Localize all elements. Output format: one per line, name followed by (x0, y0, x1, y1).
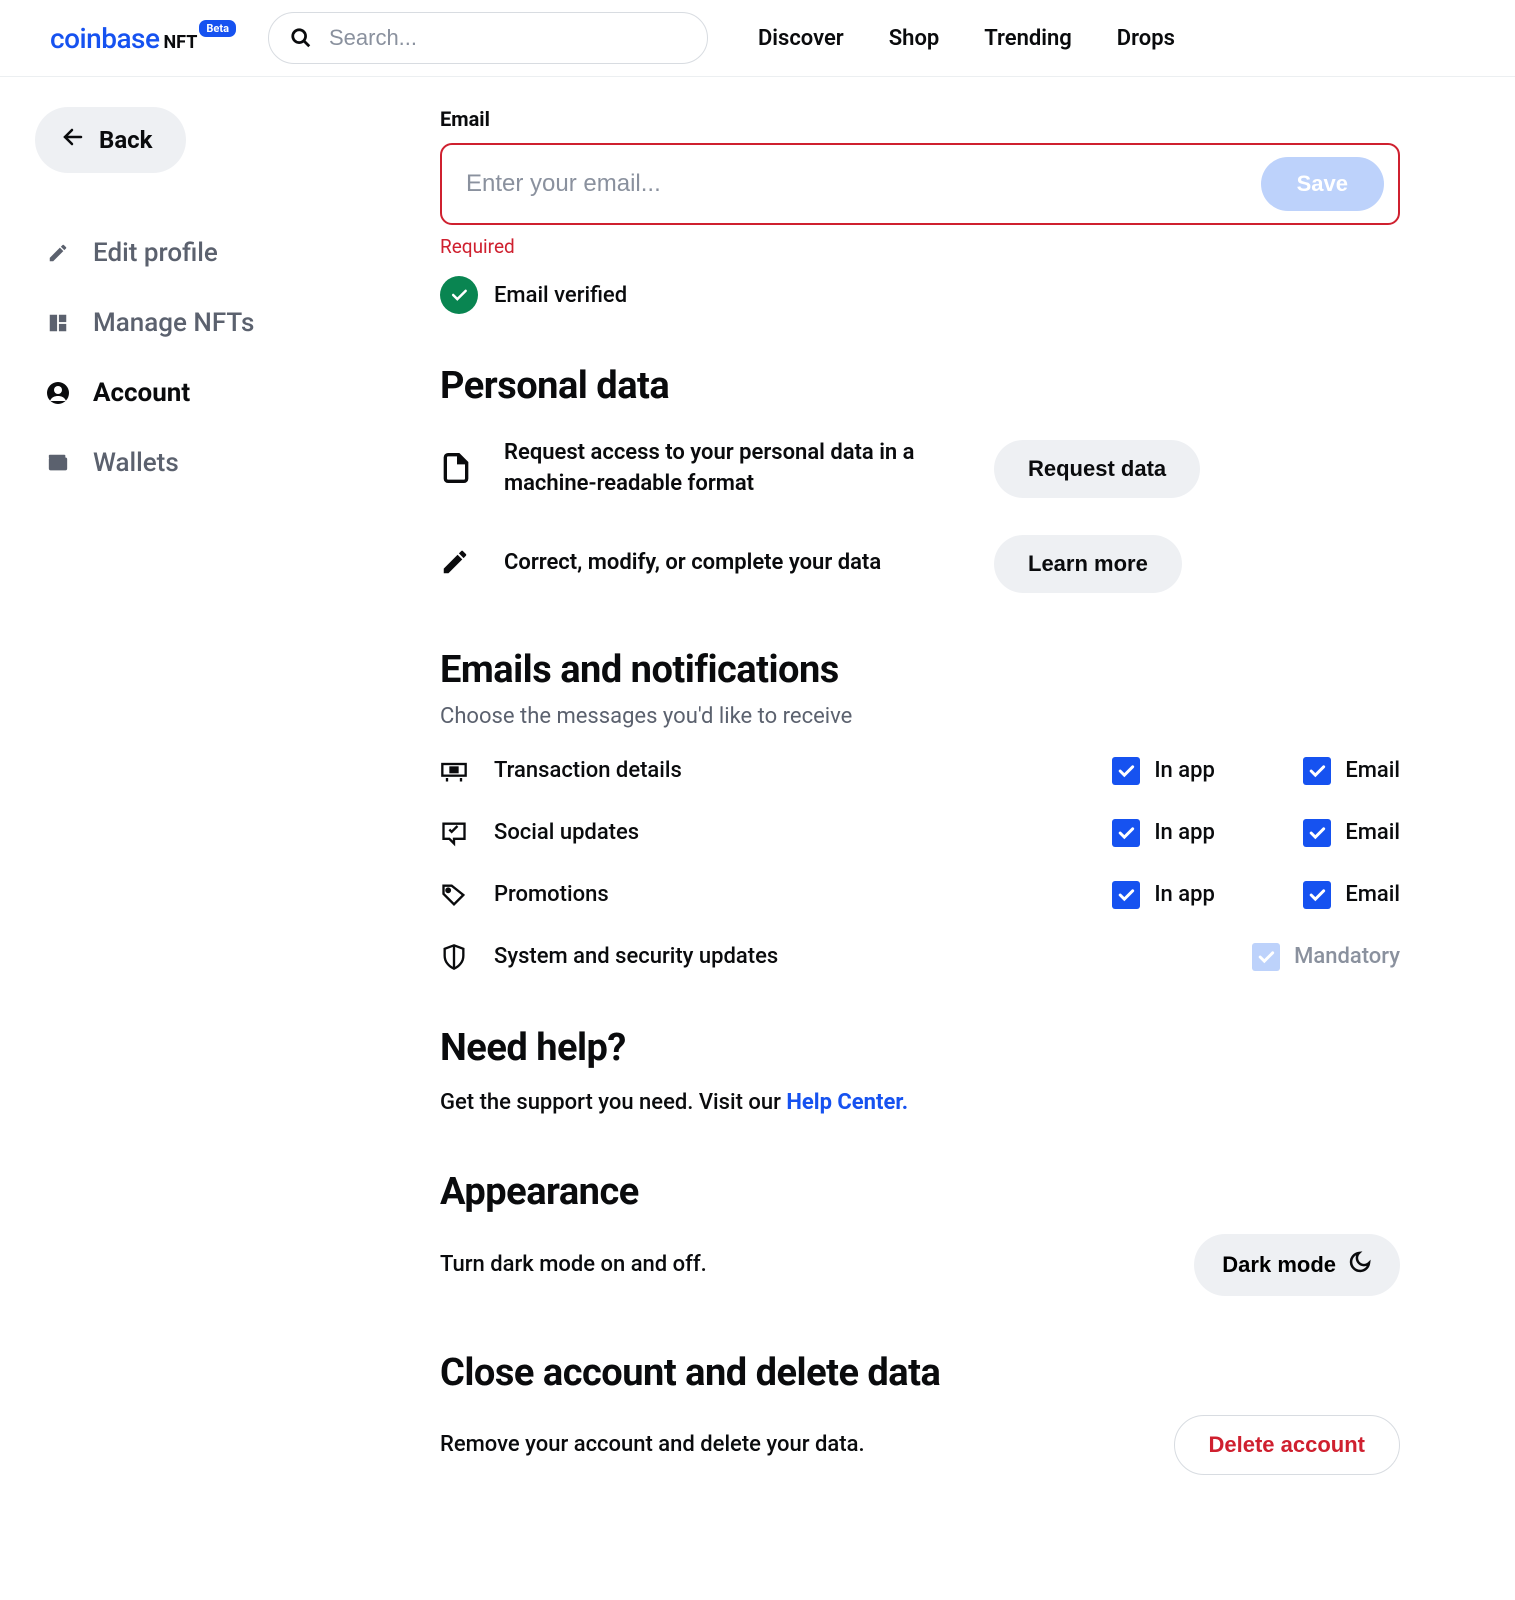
header: coinbase NFT Beta Discover Shop Trending… (0, 0, 1515, 77)
mandatory-group: Mandatory (1252, 943, 1400, 971)
notif-row-social: Social updates In app Email (440, 819, 1400, 847)
notifications-title: Emails and notifications (440, 648, 1400, 692)
back-button[interactable]: Back (35, 107, 186, 173)
checkbox-email[interactable] (1303, 757, 1331, 785)
checkbox-inapp[interactable] (1112, 757, 1140, 785)
close-text: Remove your account and delete your data… (440, 1432, 865, 1457)
sidebar-item-label: Wallets (93, 448, 179, 478)
request-data-text: Request access to your personal data in … (504, 438, 964, 500)
wallet-icon (45, 450, 71, 476)
email-verified-row: Email verified (440, 276, 1400, 314)
check-circle-icon (440, 276, 478, 314)
logo-sub: NFT (163, 32, 197, 53)
appearance-text: Turn dark mode on and off. (440, 1252, 707, 1277)
main-nav: Discover Shop Trending Drops (758, 26, 1175, 51)
mandatory-label: Mandatory (1294, 944, 1400, 969)
sidebar-item-wallets[interactable]: Wallets (35, 428, 350, 498)
learn-more-button[interactable]: Learn more (994, 535, 1182, 593)
email-label: Email (1345, 820, 1400, 845)
checkbox-mandatory (1252, 943, 1280, 971)
email-verified-text: Email verified (494, 283, 627, 308)
inapp-group: In app (1112, 819, 1277, 847)
inapp-group: In app (1112, 881, 1277, 909)
sidebar-item-label: Manage NFTs (93, 308, 254, 338)
request-data-button[interactable]: Request data (994, 440, 1200, 498)
sidebar-item-edit-profile[interactable]: Edit profile (35, 218, 350, 288)
file-icon (440, 452, 474, 486)
sidebar-item-account[interactable]: Account (35, 358, 350, 428)
checkbox-inapp[interactable] (1112, 881, 1140, 909)
pencil-icon (45, 240, 71, 266)
email-input-wrap: Save (440, 143, 1400, 225)
email-group: Email (1303, 819, 1400, 847)
search-icon (290, 27, 312, 49)
nav-shop[interactable]: Shop (889, 26, 940, 51)
notifications-subtitle: Choose the messages you'd like to receiv… (440, 704, 1400, 729)
checkbox-email[interactable] (1303, 881, 1331, 909)
tag-icon (440, 881, 468, 909)
close-title: Close account and delete data (440, 1351, 1400, 1395)
shield-icon (440, 943, 468, 971)
save-button[interactable]: Save (1261, 157, 1384, 211)
nav-trending[interactable]: Trending (984, 26, 1072, 51)
request-data-row: Request access to your personal data in … (440, 438, 1400, 500)
logo-main: coinbase (50, 22, 159, 55)
email-input[interactable] (466, 170, 1261, 198)
notif-label: System and security updates (494, 944, 1226, 969)
inapp-label: In app (1154, 758, 1215, 783)
search-input[interactable] (268, 12, 708, 64)
notif-label: Transaction details (494, 758, 1086, 783)
email-label: Email (440, 107, 1400, 131)
personal-data-title: Personal data (440, 364, 1400, 408)
help-text: Get the support you need. Visit our (440, 1090, 786, 1115)
email-label: Email (1345, 758, 1400, 783)
logo[interactable]: coinbase NFT Beta (50, 22, 238, 55)
email-error: Required (440, 235, 1400, 258)
notif-label: Promotions (494, 882, 1086, 907)
delete-account-button[interactable]: Delete account (1174, 1415, 1401, 1475)
email-group: Email (1303, 881, 1400, 909)
notif-row-promotions: Promotions In app Email (440, 881, 1400, 909)
notif-row-security: System and security updates Mandatory (440, 943, 1400, 971)
modify-data-row: Correct, modify, or complete your data L… (440, 535, 1400, 593)
account-icon (45, 380, 71, 406)
search-wrap (268, 12, 708, 64)
inapp-label: In app (1154, 882, 1215, 907)
transaction-icon (440, 757, 468, 785)
email-group: Email (1303, 757, 1400, 785)
inapp-label: In app (1154, 820, 1215, 845)
notif-label: Social updates (494, 820, 1086, 845)
appearance-row: Turn dark mode on and off. Dark mode (440, 1234, 1400, 1296)
sidebar: Back Edit profile Manage NFTs Account Wa… (0, 77, 380, 1535)
inapp-group: In app (1112, 757, 1277, 785)
beta-badge: Beta (199, 20, 236, 37)
notif-row-transaction: Transaction details In app Email (440, 757, 1400, 785)
sidebar-item-manage-nfts[interactable]: Manage NFTs (35, 288, 350, 358)
nav-drops[interactable]: Drops (1117, 26, 1175, 51)
sidebar-item-label: Edit profile (93, 238, 218, 268)
help-text-row: Get the support you need. Visit our Help… (440, 1090, 1400, 1115)
dark-mode-button[interactable]: Dark mode (1194, 1234, 1400, 1296)
chat-icon (440, 819, 468, 847)
appearance-title: Appearance (440, 1170, 1400, 1214)
checkbox-inapp[interactable] (1112, 819, 1140, 847)
sidebar-item-label: Account (93, 378, 190, 408)
main-content: Email Save Required Email verified Perso… (380, 77, 1440, 1535)
back-label: Back (99, 126, 152, 154)
help-center-link[interactable]: Help Center. (786, 1090, 908, 1115)
moon-icon (1348, 1250, 1372, 1280)
grid-icon (45, 310, 71, 336)
nav-discover[interactable]: Discover (758, 26, 844, 51)
dark-mode-label: Dark mode (1222, 1252, 1336, 1278)
modify-data-text: Correct, modify, or complete your data (504, 548, 964, 579)
close-row: Remove your account and delete your data… (440, 1415, 1400, 1475)
email-label: Email (1345, 882, 1400, 907)
checkbox-email[interactable] (1303, 819, 1331, 847)
pencil-icon (440, 547, 474, 581)
help-title: Need help? (440, 1026, 1400, 1070)
arrow-left-icon (61, 125, 85, 155)
